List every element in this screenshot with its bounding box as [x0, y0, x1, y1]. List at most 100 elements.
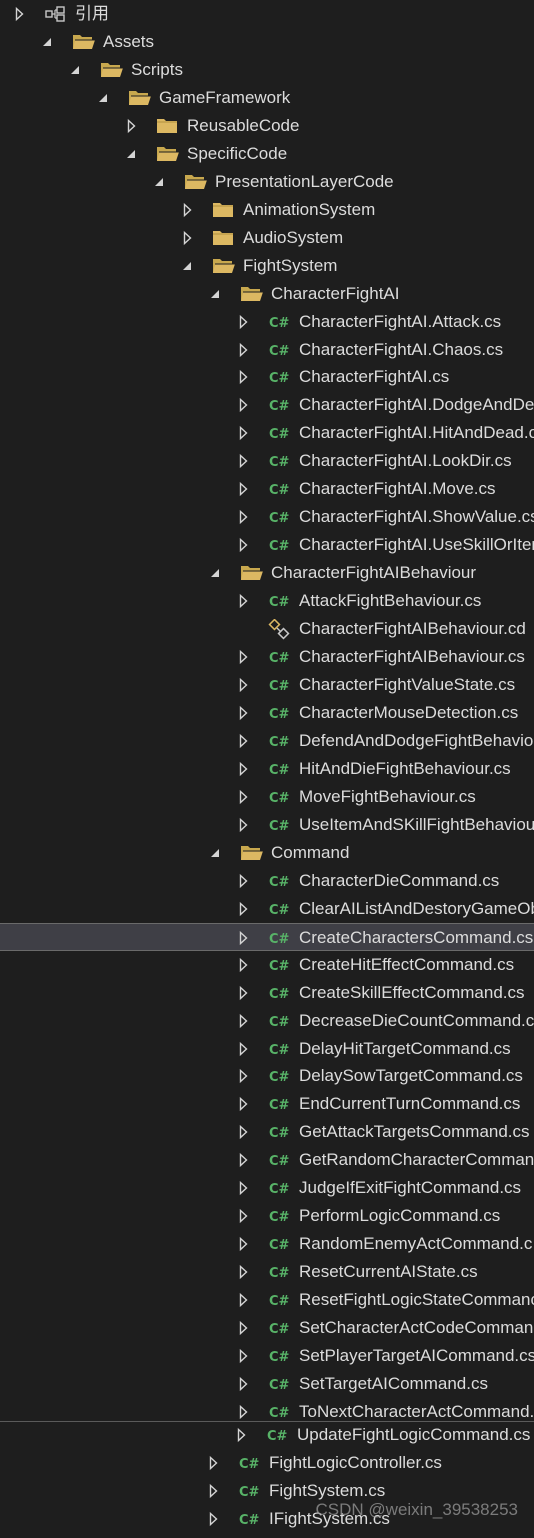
- collapsed-arrow-icon[interactable]: [236, 1118, 250, 1146]
- tree-row-characterfightai-chaos-cs[interactable]: C# CharacterFightAI.Chaos.cs: [0, 336, 534, 364]
- tree-row-characterfightai-attack-cs[interactable]: C# CharacterFightAI.Attack.cs: [0, 308, 534, 336]
- collapsed-arrow-icon[interactable]: [180, 196, 194, 224]
- tree-row-movefightbehaviour-cs[interactable]: C# MoveFightBehaviour.cs: [0, 783, 534, 811]
- tree-row-引用[interactable]: 引用: [0, 0, 534, 28]
- expanded-arrow-icon[interactable]: [124, 140, 138, 168]
- collapsed-arrow-icon[interactable]: [236, 811, 250, 839]
- collapsed-arrow-icon[interactable]: [236, 308, 250, 336]
- tree-row-scripts[interactable]: Scripts: [0, 56, 534, 84]
- collapsed-arrow-icon[interactable]: [236, 1202, 250, 1230]
- tree-row-useitemandskillfightbehaviou[interactable]: C# UseItemAndSKillFightBehaviou: [0, 811, 534, 839]
- collapsed-arrow-icon[interactable]: [236, 671, 250, 699]
- collapsed-arrow-icon[interactable]: [180, 224, 194, 252]
- collapsed-arrow-icon[interactable]: [12, 0, 26, 28]
- collapsed-arrow-icon[interactable]: [236, 1342, 250, 1370]
- tree-row-audiosystem[interactable]: AudioSystem: [0, 224, 534, 252]
- tree-row-createhiteffectcommand-cs[interactable]: C# CreateHitEffectCommand.cs: [0, 951, 534, 979]
- tree-row-randomenemyactcommand-c[interactable]: C# RandomEnemyActCommand.c: [0, 1230, 534, 1258]
- collapsed-arrow-icon[interactable]: [236, 1230, 250, 1258]
- tree-row-defendanddodgefightbehavio[interactable]: C# DefendAndDodgeFightBehavio: [0, 727, 534, 755]
- tree-row-command[interactable]: Command: [0, 839, 534, 867]
- expanded-arrow-icon[interactable]: [208, 559, 222, 587]
- expanded-arrow-icon[interactable]: [152, 168, 166, 196]
- expanded-arrow-icon[interactable]: [208, 280, 222, 308]
- collapsed-arrow-icon[interactable]: [124, 112, 138, 140]
- collapsed-arrow-icon[interactable]: [236, 419, 250, 447]
- collapsed-arrow-icon[interactable]: [236, 643, 250, 671]
- tree-row-resetcurrentaistate-cs[interactable]: C# ResetCurrentAIState.cs: [0, 1258, 534, 1286]
- tree-row-hitanddiefightbehaviour-cs[interactable]: C# HitAndDieFightBehaviour.cs: [0, 755, 534, 783]
- collapsed-arrow-icon[interactable]: [236, 503, 250, 531]
- collapsed-arrow-icon[interactable]: [236, 867, 250, 895]
- collapsed-arrow-icon[interactable]: [236, 391, 250, 419]
- collapsed-arrow-icon[interactable]: [236, 1062, 250, 1090]
- expanded-arrow-icon[interactable]: [208, 839, 222, 867]
- collapsed-arrow-icon[interactable]: [236, 447, 250, 475]
- tree-row-judgeifexitfightcommand-cs[interactable]: C# JudgeIfExitFightCommand.cs: [0, 1174, 534, 1202]
- tree-row-getrandomcharactercomman[interactable]: C# GetRandomCharacterComman: [0, 1146, 534, 1174]
- collapsed-arrow-icon[interactable]: [206, 1449, 220, 1477]
- collapsed-arrow-icon[interactable]: [236, 1146, 250, 1174]
- tree-row-fightlogiccontroller-cs[interactable]: C# FightLogicController.cs: [0, 1449, 534, 1477]
- collapsed-arrow-icon[interactable]: [236, 755, 250, 783]
- tree-row-characterfightvaluestate-cs[interactable]: C# CharacterFightValueState.cs: [0, 671, 534, 699]
- expanded-arrow-icon[interactable]: [180, 252, 194, 280]
- tree-row-delayhittargetcommand-cs[interactable]: C# DelayHitTargetCommand.cs: [0, 1035, 534, 1063]
- tree-row-reusablecode[interactable]: ReusableCode: [0, 112, 534, 140]
- tree-row-characterfightai[interactable]: CharacterFightAI: [0, 280, 534, 308]
- collapsed-arrow-icon[interactable]: [236, 979, 250, 1007]
- tree-row-assets[interactable]: Assets: [0, 28, 534, 56]
- tree-row-characterfightai-hitanddead-c[interactable]: C# CharacterFightAI.HitAndDead.c: [0, 419, 534, 447]
- collapsed-arrow-icon[interactable]: [236, 895, 250, 923]
- collapsed-arrow-icon[interactable]: [206, 1477, 220, 1505]
- collapsed-arrow-icon[interactable]: [236, 336, 250, 364]
- expanded-arrow-icon[interactable]: [68, 56, 82, 84]
- tree-row-characterfightai-showvalue-cs[interactable]: C# CharacterFightAI.ShowValue.cs: [0, 503, 534, 531]
- collapsed-arrow-icon[interactable]: [236, 531, 250, 559]
- tree-row-setcharacteractcodecomman[interactable]: C# SetCharacterActCodeComman: [0, 1314, 534, 1342]
- tree-row-animationsystem[interactable]: AnimationSystem: [0, 196, 534, 224]
- tree-row-characterfightai-cs[interactable]: C# CharacterFightAI.cs: [0, 363, 534, 391]
- tree-row-clearailistanddestorygameob[interactable]: C# ClearAIListAndDestoryGameOb: [0, 895, 534, 923]
- collapsed-arrow-icon[interactable]: [236, 699, 250, 727]
- collapsed-arrow-icon[interactable]: [236, 727, 250, 755]
- tree-row-settargetaicommand-cs[interactable]: C# SetTargetAICommand.cs: [0, 1370, 534, 1398]
- tree-row-createskilleffectcommand-cs[interactable]: C# CreateSkillEffectCommand.cs: [0, 979, 534, 1007]
- tree-row-gameframework[interactable]: GameFramework: [0, 84, 534, 112]
- tree-row-decreasediecountcommand-cs[interactable]: C# DecreaseDieCountCommand.cs: [0, 1007, 534, 1035]
- collapsed-arrow-icon[interactable]: [236, 1090, 250, 1118]
- tree-row-delaysowtargetcommand-cs[interactable]: C# DelaySowTargetCommand.cs: [0, 1062, 534, 1090]
- collapsed-arrow-icon[interactable]: [236, 1314, 250, 1342]
- expanded-arrow-icon[interactable]: [96, 84, 110, 112]
- collapsed-arrow-icon[interactable]: [236, 1258, 250, 1286]
- collapsed-arrow-icon[interactable]: [236, 1370, 250, 1398]
- collapsed-arrow-icon[interactable]: [236, 1286, 250, 1314]
- tree-row-createcharacterscommand-cs[interactable]: C# CreateCharactersCommand.cs: [0, 922, 534, 952]
- collapsed-arrow-icon[interactable]: [236, 587, 250, 615]
- collapsed-arrow-icon[interactable]: [236, 924, 250, 952]
- tree-row-attackfightbehaviour-cs[interactable]: C# AttackFightBehaviour.cs: [0, 587, 534, 615]
- tree-row-specificcode[interactable]: SpecificCode: [0, 140, 534, 168]
- collapsed-arrow-icon[interactable]: [236, 475, 250, 503]
- tree-row-presentationlayercode[interactable]: PresentationLayerCode: [0, 168, 534, 196]
- collapsed-arrow-icon[interactable]: [236, 951, 250, 979]
- tree-row-setplayertargetaicommand-cs[interactable]: C# SetPlayerTargetAICommand.cs: [0, 1342, 534, 1370]
- collapsed-arrow-icon[interactable]: [236, 1174, 250, 1202]
- tree-row-characterfightai-useskilloriter[interactable]: C# CharacterFightAI.UseSkillOrIter: [0, 531, 534, 559]
- collapsed-arrow-icon[interactable]: [234, 1421, 248, 1449]
- tree-row-resetfightlogicstatecommanc[interactable]: C# ResetFightLogicStateCommanc: [0, 1286, 534, 1314]
- tree-row-endcurrentturncommand-cs[interactable]: C# EndCurrentTurnCommand.cs: [0, 1090, 534, 1118]
- tree-row-getattacktargetscommand-cs[interactable]: C# GetAttackTargetsCommand.cs: [0, 1118, 534, 1146]
- tree-row-charactermousedetection-cs[interactable]: C# CharacterMouseDetection.cs: [0, 699, 534, 727]
- tree-row-characterfightai-move-cs[interactable]: C# CharacterFightAI.Move.cs: [0, 475, 534, 503]
- collapsed-arrow-icon[interactable]: [236, 783, 250, 811]
- tree-row-updatefightlogiccommand-cs[interactable]: C# UpdateFightLogicCommand.cs: [0, 1421, 534, 1449]
- tree-row-characterfightai-lookdir-cs[interactable]: C# CharacterFightAI.LookDir.cs: [0, 447, 534, 475]
- tree-row-characterfightaibehaviour-cs[interactable]: C# CharacterFightAIBehaviour.cs: [0, 643, 534, 671]
- tree-row-characterfightaibehaviour[interactable]: CharacterFightAIBehaviour: [0, 559, 534, 587]
- collapsed-arrow-icon[interactable]: [206, 1505, 220, 1533]
- tree-row-characterfightai-dodgeandde[interactable]: C# CharacterFightAI.DodgeAndDe: [0, 391, 534, 419]
- tree-row-fightsystem[interactable]: FightSystem: [0, 252, 534, 280]
- collapsed-arrow-icon[interactable]: [236, 1007, 250, 1035]
- collapsed-arrow-icon[interactable]: [236, 363, 250, 391]
